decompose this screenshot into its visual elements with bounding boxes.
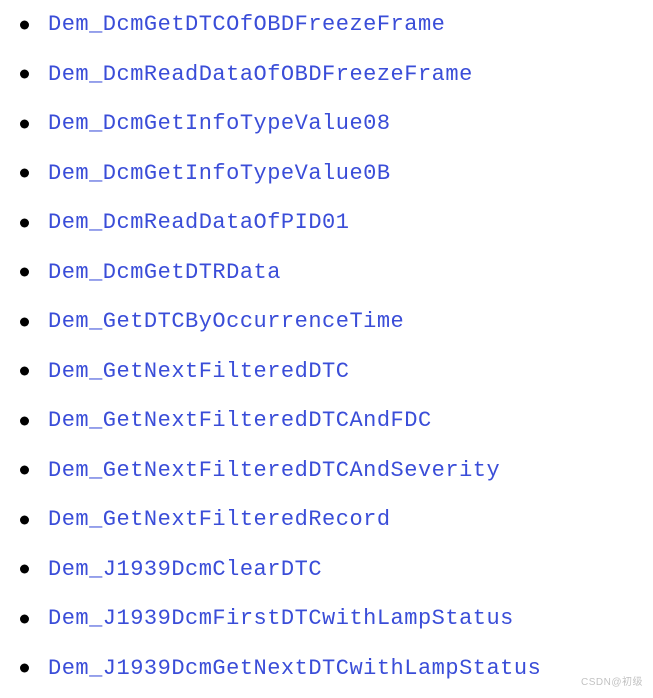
api-link[interactable]: Dem_J1939DcmClearDTC: [48, 557, 322, 582]
api-link[interactable]: Dem_DcmReadDataOfOBDFreezeFrame: [48, 62, 473, 87]
list-item: Dem_DcmGetInfoTypeValue08: [20, 99, 653, 149]
api-link[interactable]: Dem_DcmGetDTCOfOBDFreezeFrame: [48, 12, 445, 37]
list-item: Dem_DcmGetDTCOfOBDFreezeFrame: [20, 0, 653, 50]
api-function-list: Dem_DcmGetDTCOfOBDFreezeFrame Dem_DcmRea…: [0, 0, 653, 693]
api-link[interactable]: Dem_DcmGetInfoTypeValue08: [48, 111, 391, 136]
api-link[interactable]: Dem_DcmGetDTRData: [48, 260, 281, 285]
api-link[interactable]: Dem_GetNextFilteredDTCAndSeverity: [48, 458, 500, 483]
list-item: Dem_DcmReadDataOfPID01: [20, 198, 653, 248]
api-link[interactable]: Dem_GetDTCByOccurrenceTime: [48, 309, 404, 334]
api-link[interactable]: Dem_DcmGetInfoTypeValue0B: [48, 161, 391, 186]
api-link[interactable]: Dem_J1939DcmFirstDTCwithLampStatus: [48, 606, 514, 631]
list-item: Dem_GetNextFilteredDTC: [20, 347, 653, 397]
list-item: Dem_GetNextFilteredDTCAndSeverity: [20, 446, 653, 496]
list-item: Dem_GetNextFilteredRecord: [20, 495, 653, 545]
api-link[interactable]: Dem_GetNextFilteredDTC: [48, 359, 349, 384]
list-item: Dem_GetNextFilteredDTCAndFDC: [20, 396, 653, 446]
api-link[interactable]: Dem_J1939DcmGetNextDTCwithLampStatus: [48, 656, 541, 681]
list-item: Dem_GetDTCByOccurrenceTime: [20, 297, 653, 347]
list-item: Dem_J1939DcmGetNextDTCwithLampStatus: [20, 644, 653, 694]
list-item: Dem_DcmGetDTRData: [20, 248, 653, 298]
watermark-text: CSDN@初级: [581, 673, 643, 688]
list-item: Dem_DcmReadDataOfOBDFreezeFrame: [20, 50, 653, 100]
list-item: Dem_J1939DcmFirstDTCwithLampStatus: [20, 594, 653, 644]
api-link[interactable]: Dem_DcmReadDataOfPID01: [48, 210, 349, 235]
list-item: Dem_J1939DcmClearDTC: [20, 545, 653, 595]
list-item: Dem_DcmGetInfoTypeValue0B: [20, 149, 653, 199]
api-link[interactable]: Dem_GetNextFilteredRecord: [48, 507, 391, 532]
api-link[interactable]: Dem_GetNextFilteredDTCAndFDC: [48, 408, 432, 433]
